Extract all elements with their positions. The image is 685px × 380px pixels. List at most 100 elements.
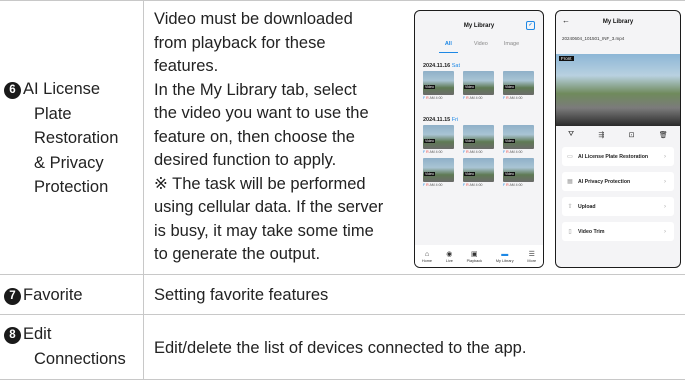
video-tag: Video	[504, 139, 515, 143]
phone-detail-screenshot: ← My Library 20240604_101501_INF_3.mp4 F…	[555, 10, 681, 268]
video-tag: Video	[464, 85, 475, 89]
live-icon: ◉	[446, 250, 453, 258]
nav-playback[interactable]: ▣ Playback	[467, 250, 482, 263]
video-tag: Video	[424, 85, 435, 89]
description-favorite: Setting favorite features	[154, 286, 329, 304]
trim-icon: ▯	[568, 229, 572, 235]
video-thumbnail[interactable]: Video	[503, 125, 534, 149]
video-thumbnail[interactable]: Video	[423, 158, 454, 182]
thumbnail-caption: F R AM 4:00	[503, 96, 523, 100]
tool-crop-icon[interactable]: ⛛	[568, 131, 574, 139]
video-thumbnail[interactable]: Video	[463, 71, 494, 95]
description-line: desired function to apply.	[154, 151, 337, 169]
table-border-top	[0, 0, 685, 1]
video-tag: Video	[464, 172, 475, 176]
number-badge: 6	[4, 82, 21, 99]
description-line: to generate the output.	[154, 245, 321, 263]
library-header: My Library ✓	[415, 11, 543, 41]
feature-line: Restoration	[34, 129, 119, 147]
tool-capture-icon[interactable]: ⊡	[629, 131, 635, 139]
thumbnail-caption: F R AM 4:00	[423, 183, 443, 187]
feature-line: AI License	[23, 80, 101, 98]
library-title: My Library	[463, 23, 495, 29]
column-divider	[143, 0, 144, 380]
menu-video-trim[interactable]: ▯ Video Trim ›	[562, 222, 674, 241]
number-badge: 8	[4, 327, 21, 344]
video-thumbnail[interactable]: Video	[503, 71, 534, 95]
tool-split-icon[interactable]: ⇶	[598, 131, 604, 139]
video-tag: Video	[504, 172, 515, 176]
privacy-icon: ▦	[567, 179, 573, 185]
video-preview[interactable]: Front	[556, 54, 680, 126]
chevron-right-icon: ›	[664, 153, 666, 160]
chevron-right-icon: ›	[664, 178, 666, 185]
row-divider	[0, 274, 685, 275]
thumbnail-caption: F R AM 4:00	[503, 183, 523, 187]
video-tag: Video	[464, 139, 475, 143]
playback-icon: ▣	[471, 250, 478, 258]
nav-live[interactable]: ◉ Live	[446, 250, 453, 263]
chevron-right-icon: ›	[664, 203, 666, 210]
feature-line: Edit	[23, 325, 52, 343]
description-line: In the My Library tab, select	[154, 80, 357, 99]
library-tabs: All Video Image	[415, 41, 543, 57]
thumbnail-caption: F R AM 4:00	[463, 150, 483, 154]
video-tag: Video	[424, 139, 435, 143]
video-tag: Video	[504, 85, 515, 89]
video-toolbar: ⛛ ⇶ ⊡ 🗑	[556, 128, 680, 142]
video-thumbnail[interactable]: Video	[423, 71, 454, 95]
video-thumbnail[interactable]: Video	[503, 158, 534, 182]
manual-table: 6 AI License Plate Restoration & Privacy …	[0, 0, 685, 380]
feature-line: Protection	[34, 178, 109, 196]
description-line: feature on, then choose the	[154, 127, 355, 146]
thumbnail-caption: F R AM 4:00	[463, 96, 483, 100]
description-line: ※ The task will be performed	[154, 174, 366, 193]
feature-line: Connections	[34, 349, 126, 368]
menu-ai-privacy[interactable]: ▦ AI Privacy Protection ›	[562, 172, 674, 191]
detail-header: ← My Library	[556, 11, 680, 33]
phone-library-screenshot: My Library ✓ All Video Image 2024.11.16 …	[414, 10, 544, 268]
description-line: features.	[154, 57, 219, 75]
video-thumbnail[interactable]: Video	[463, 125, 494, 149]
video-filename: 20240604_101501_INF_3.mp4	[562, 36, 625, 41]
tab-all[interactable]: All	[438, 41, 458, 53]
feature-cell-edit-connections: 8 Edit Connections	[4, 322, 140, 371]
bottom-nav: ⌂ Home ◉ Live ▣ Playback ▬ My Library ☰ More	[415, 245, 543, 267]
description-line: using cellular data. If the server	[154, 198, 384, 216]
description-line: Video must be downloaded	[154, 10, 353, 28]
date-header: 2024.11.16 Sat	[423, 63, 461, 69]
thumbnail-caption: F R AM 4:00	[503, 150, 523, 154]
feature-cell-ai-license: 6 AI License Plate Restoration & Privacy …	[4, 77, 140, 200]
row-divider	[0, 314, 685, 315]
video-thumbnail[interactable]: Video	[463, 158, 494, 182]
trash-icon[interactable]: 🗑	[659, 131, 668, 139]
description-edit-connections: Edit/delete the list of devices connecte…	[154, 339, 527, 357]
plate-icon: ▭	[567, 154, 573, 160]
tab-video[interactable]: Video	[474, 41, 488, 57]
thumbnail-caption: F R AM 4:00	[463, 183, 483, 187]
menu-ai-license-plate[interactable]: ▭ AI License Plate Restoration ›	[562, 147, 674, 166]
folder-icon: ▬	[501, 250, 509, 258]
select-icon[interactable]: ✓	[526, 21, 535, 30]
detail-title: My Library	[602, 19, 634, 25]
nav-more[interactable]: ☰ More	[527, 250, 536, 263]
feature-label: Favorite	[23, 286, 83, 304]
menu-icon: ☰	[528, 250, 535, 258]
tab-image[interactable]: Image	[504, 41, 519, 57]
upload-icon: ⇧	[567, 204, 573, 210]
thumbnail-caption: F R AM 4:00	[423, 150, 443, 154]
chevron-right-icon: ›	[664, 228, 666, 235]
description-ai-license: Video must be downloaded from playback f…	[154, 8, 406, 267]
description-line: from playback for these	[154, 33, 326, 52]
feature-cell-favorite: 7 Favorite	[4, 283, 140, 308]
feature-line: & Privacy	[34, 153, 104, 172]
video-thumbnail[interactable]: Video	[423, 125, 454, 149]
back-arrow-icon[interactable]: ←	[562, 16, 570, 25]
thumbnail-caption: F R AM 4:00	[423, 96, 443, 100]
view-tag: Front	[559, 56, 574, 61]
menu-upload[interactable]: ⇧ Upload ›	[562, 197, 674, 216]
nav-home[interactable]: ⌂ Home	[422, 250, 432, 263]
nav-my-library[interactable]: ▬ My Library	[496, 250, 514, 263]
video-tag: Video	[424, 172, 435, 176]
description-line: the video you want to use the	[154, 104, 369, 122]
